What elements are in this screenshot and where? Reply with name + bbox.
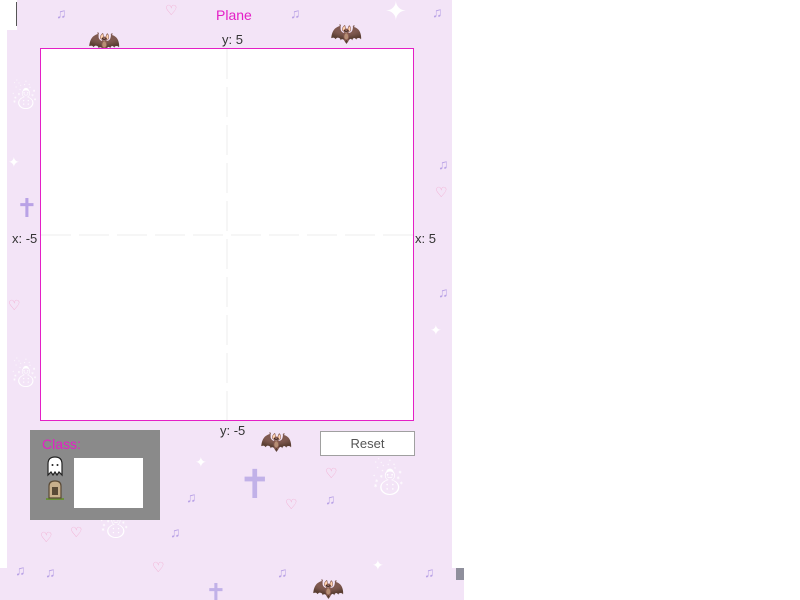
bat-icon: 🦇 [330,18,363,48]
x-max-label: x: 5 [415,231,436,246]
y-max-label: y: 5 [222,32,243,47]
music-note-icon: ♫ [56,5,67,21]
sparkle-icon: ✦ [8,154,20,170]
music-note-icon: ♫ [186,489,197,505]
heart-icon: ♡ [285,496,298,512]
heart-icon: ♡ [152,559,165,575]
music-note-icon: ♫ [438,284,449,300]
sparkle-icon: ✦ [385,0,407,26]
ghost-icon[interactable] [44,455,66,477]
music-note-icon: ♫ [277,564,288,580]
music-note-icon: ♫ [424,564,435,580]
sparkle-icon: ✦ [195,454,207,470]
y-min-label: y: -5 [220,423,246,438]
heart-icon: ♡ [40,529,53,545]
heart-icon: ♡ [70,524,83,540]
plot-axes [41,49,413,420]
heart-icon: ♡ [165,2,178,18]
bat-icon: 🦇 [260,426,293,456]
cross-icon: ✝ [16,193,38,223]
heart-icon: ♡ [435,184,448,200]
ghost-icon: ☃ [370,460,406,504]
music-note-icon: ♫ [432,4,443,20]
ghost-icon: ☃ [10,80,39,116]
sparkle-icon: ✦ [372,557,384,573]
heart-icon: ♡ [8,297,21,313]
reset-button[interactable]: Reset [320,431,415,456]
cross-icon: ✝ [205,578,227,600]
music-note-icon: ♫ [325,491,336,507]
plane-title: Plane [216,7,252,23]
ghost-icon: ☃ [10,358,39,394]
plot-area[interactable] [40,48,414,421]
tombstone-icon[interactable] [44,479,66,501]
x-min-label: x: -5 [12,231,38,246]
class-label: Class: [42,436,81,452]
class-preview [74,458,143,508]
cross-icon: ✝ [238,463,272,507]
music-note-icon: ♫ [15,562,26,578]
music-note-icon: ♫ [438,156,449,172]
sparkle-icon: ✦ [430,322,442,338]
music-note-icon: ♫ [45,564,56,580]
music-note-icon: ♫ [170,524,181,540]
bat-icon: 🦇 [312,573,345,600]
heart-icon: ♡ [325,465,338,481]
class-panel: Class: [30,430,160,520]
music-note-icon: ♫ [290,5,301,21]
